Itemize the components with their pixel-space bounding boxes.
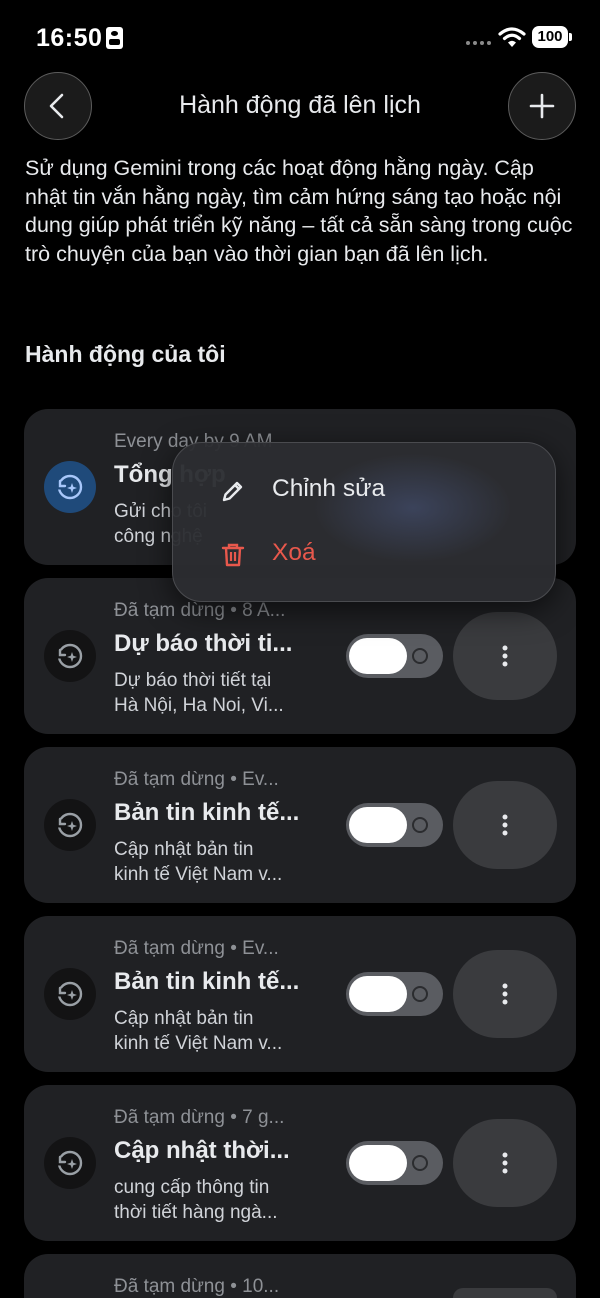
context-menu: Chỉnh sửa Xoá	[172, 442, 556, 602]
add-button[interactable]	[508, 72, 576, 140]
action-title: Bản tin kinh tế...	[114, 799, 300, 826]
action-card[interactable]: Đã tạm dừng • Ev... Bản tin kinh tế... C…	[24, 747, 576, 903]
scheduled-action-icon	[44, 968, 96, 1020]
toggle-off-indicator	[412, 986, 428, 1002]
action-schedule: Đã tạm dừng • Ev...	[114, 769, 279, 790]
scheduled-action-icon	[44, 461, 96, 513]
action-description-line: Cập nhật bản tin	[114, 1008, 254, 1029]
action-description: Cập nhật bản tin kinh tế Việt Nam v...	[114, 837, 314, 887]
scheduled-action-icon	[44, 799, 96, 851]
action-description-line: cung cấp thông tin	[114, 1177, 270, 1198]
battery-icon: 100	[532, 26, 572, 48]
pencil-icon	[222, 481, 243, 502]
toggle-knob	[349, 807, 407, 843]
more-vert-icon	[502, 645, 508, 667]
more-options-button[interactable]	[453, 950, 557, 1038]
delete-label: Xoá	[272, 539, 316, 566]
action-description-line: Dự báo thời tiết tại	[114, 670, 272, 691]
action-toggle[interactable]	[346, 1141, 443, 1185]
action-title: Cập nhật thời...	[114, 1137, 290, 1164]
action-description-line: kinh tế Việt Nam v...	[114, 864, 283, 885]
action-title: Dự báo thời ti...	[114, 630, 293, 657]
toggle-knob	[349, 638, 407, 674]
action-description-line: Hà Nội, Ha Noi, Vi...	[114, 695, 284, 716]
toggle-off-indicator	[412, 648, 428, 664]
action-schedule: Đã tạm dừng • 7 g...	[114, 1107, 285, 1128]
more-options-button[interactable]	[453, 612, 557, 700]
action-card[interactable]: Đã tạm dừng • Ev... Bản tin kinh tế... C…	[24, 916, 576, 1072]
status-bar: 16:50 100	[0, 0, 600, 76]
toggle-off-indicator	[412, 817, 428, 833]
more-vert-icon	[502, 814, 508, 836]
action-description-line: Cập nhật bản tin	[114, 839, 254, 860]
action-toggle[interactable]	[346, 803, 443, 847]
action-description: Cập nhật bản tin kinh tế Việt Nam v...	[114, 1006, 314, 1056]
signal-icon	[466, 41, 491, 45]
action-description: Dự báo thời tiết tại Hà Nội, Ha Noi, Vi.…	[114, 668, 314, 718]
toggle-off-indicator	[412, 1155, 428, 1171]
wifi-icon	[498, 27, 526, 47]
action-card[interactable]: Đã tạm dừng • 10...	[24, 1254, 576, 1298]
action-card[interactable]: Đã tạm dừng • 7 g... Cập nhật thời... cu…	[24, 1085, 576, 1241]
more-options-button[interactable]	[453, 781, 557, 869]
sim-card-icon	[106, 27, 123, 49]
more-options-button[interactable]	[453, 1119, 557, 1207]
action-description-line: thời tiết hàng ngà...	[114, 1202, 278, 1223]
arrow-left-icon	[49, 93, 64, 119]
plus-icon	[529, 93, 555, 119]
page-title: Hành động đã lên lịch	[179, 91, 421, 119]
action-toggle[interactable]	[346, 972, 443, 1016]
section-title: Hành động của tôi	[25, 341, 226, 367]
trash-icon	[221, 543, 245, 567]
more-vert-icon	[502, 1152, 508, 1174]
action-schedule: Đã tạm dừng • 10...	[114, 1276, 280, 1297]
toggle-knob	[349, 1145, 407, 1181]
edit-label: Chỉnh sửa	[272, 475, 386, 502]
page-description: Sử dụng Gemini trong các hoạt động hằng …	[25, 156, 573, 266]
toggle-knob	[349, 976, 407, 1012]
edit-menu-item[interactable]: Chỉnh sửa	[173, 459, 555, 523]
delete-menu-item[interactable]: Xoá	[173, 523, 555, 587]
scheduled-action-icon	[44, 1137, 96, 1189]
scheduled-action-icon	[44, 630, 96, 682]
action-description: cung cấp thông tin thời tiết hàng ngà...	[114, 1175, 314, 1225]
back-button[interactable]	[24, 72, 92, 140]
action-schedule: Đã tạm dừng • 8 A...	[114, 600, 286, 621]
action-title: Bản tin kinh tế...	[114, 968, 300, 995]
action-description-line: kinh tế Việt Nam v...	[114, 1033, 283, 1054]
status-time: 16:50	[36, 24, 103, 52]
more-vert-icon	[502, 983, 508, 1005]
more-options-button[interactable]	[453, 1288, 557, 1298]
action-schedule: Đã tạm dừng • Ev...	[114, 938, 279, 959]
action-toggle[interactable]	[346, 634, 443, 678]
